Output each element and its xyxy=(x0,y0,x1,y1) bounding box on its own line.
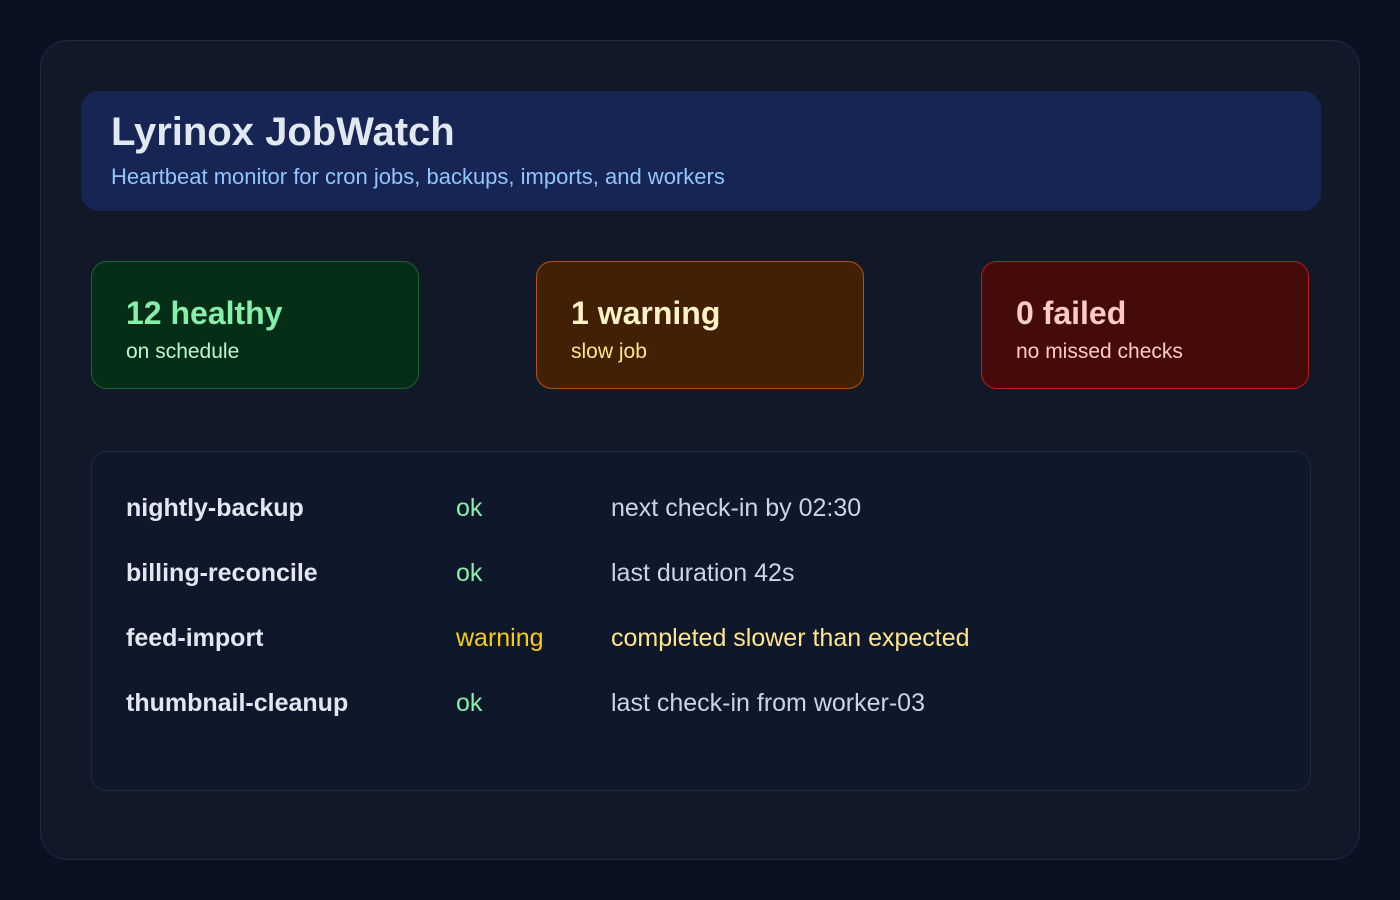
app-subtitle: Heartbeat monitor for cron jobs, backups… xyxy=(111,164,725,189)
healthy-count: 12 healthy xyxy=(126,295,283,331)
app-title: Lyrinox JobWatch xyxy=(111,110,455,154)
job-row[interactable]: billing-reconcile ok last duration 42s xyxy=(92,552,1310,592)
dashboard-panel: Lyrinox JobWatch Heartbeat monitor for c… xyxy=(40,40,1360,860)
job-row[interactable]: feed-import warning completed slower tha… xyxy=(92,617,1310,657)
job-status: ok xyxy=(456,559,483,587)
job-list: nightly-backup ok next check-in by 02:30… xyxy=(91,451,1311,791)
healthy-label: on schedule xyxy=(126,340,240,363)
warning-summary-card[interactable]: 1 warning slow job xyxy=(536,261,864,389)
warning-label: slow job xyxy=(571,340,647,363)
job-status: ok xyxy=(456,689,483,717)
job-status: warning xyxy=(456,624,544,652)
job-detail: next check-in by 02:30 xyxy=(611,494,862,522)
job-name: feed-import xyxy=(126,624,264,652)
job-name: nightly-backup xyxy=(126,494,304,522)
job-row[interactable]: thumbnail-cleanup ok last check-in from … xyxy=(92,682,1310,722)
job-detail: last duration 42s xyxy=(611,559,795,587)
job-detail: completed slower than expected xyxy=(611,624,970,652)
app-header: Lyrinox JobWatch Heartbeat monitor for c… xyxy=(81,91,1321,211)
failed-label: no missed checks xyxy=(1016,340,1183,363)
job-row[interactable]: nightly-backup ok next check-in by 02:30 xyxy=(92,487,1310,527)
job-detail: last check-in from worker-03 xyxy=(611,689,925,717)
job-name: billing-reconcile xyxy=(126,559,318,587)
job-status: ok xyxy=(456,494,483,522)
failed-summary-card[interactable]: 0 failed no missed checks xyxy=(981,261,1309,389)
warning-count: 1 warning xyxy=(571,295,721,331)
failed-count: 0 failed xyxy=(1016,295,1127,331)
job-name: thumbnail-cleanup xyxy=(126,689,349,717)
healthy-summary-card[interactable]: 12 healthy on schedule xyxy=(91,261,419,389)
